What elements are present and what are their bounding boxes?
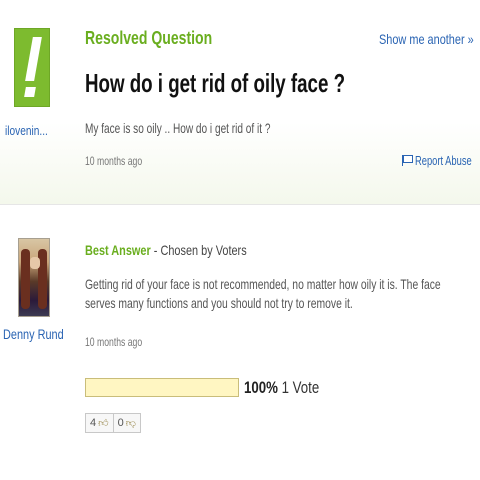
exclamation-dot xyxy=(24,87,36,97)
vote-bar-fill xyxy=(86,379,238,396)
best-answer-header: Best Answer - Chosen by Voters xyxy=(85,242,247,258)
vote-count: 1 Vote xyxy=(281,378,320,397)
thumbs-up-button[interactable]: 4 👍︎ xyxy=(85,413,114,433)
avatar-face xyxy=(30,257,40,269)
chosen-by-label: - Chosen by Voters xyxy=(153,242,247,258)
question-body: My face is so oily .. How do i get rid o… xyxy=(85,120,271,136)
question-title: How do i get rid of oily face ? xyxy=(85,68,346,98)
answerer-name-link[interactable]: Denny Rund xyxy=(3,326,64,342)
best-answer-label: Best Answer xyxy=(85,242,151,258)
flag-icon xyxy=(402,155,413,166)
report-abuse-link[interactable]: Report Abuse xyxy=(402,153,480,168)
vote-percent: 100% xyxy=(244,378,278,397)
thumbs-up-icon: 👍︎ xyxy=(98,418,109,429)
rating-buttons: 4 👍︎ 0 👎︎ xyxy=(85,413,141,433)
exclamation-icon xyxy=(25,37,42,81)
avatar-hair-left xyxy=(21,249,30,309)
question-timestamp: 10 months ago xyxy=(85,154,143,168)
vote-percentage-bar xyxy=(85,378,239,397)
show-another-link[interactable]: Show me another » xyxy=(379,31,474,47)
asker-avatar[interactable] xyxy=(14,28,50,107)
thumbs-down-count: 0 xyxy=(117,417,124,429)
thumbs-up-count: 4 xyxy=(90,417,97,429)
report-abuse-label: Report Abuse xyxy=(415,153,472,168)
thumbs-down-icon: 👎︎ xyxy=(125,418,136,429)
vote-result: 100% 1 Vote xyxy=(244,378,319,398)
resolved-question-label: Resolved Question xyxy=(85,28,213,48)
answer-text: Getting rid of your face is not recommen… xyxy=(85,276,441,311)
answerer-avatar[interactable] xyxy=(18,238,50,317)
answer-timestamp: 10 months ago xyxy=(85,335,143,349)
thumbs-down-button[interactable]: 0 👎︎ xyxy=(113,413,141,433)
asker-name-link[interactable]: ilovenin... xyxy=(5,123,52,138)
